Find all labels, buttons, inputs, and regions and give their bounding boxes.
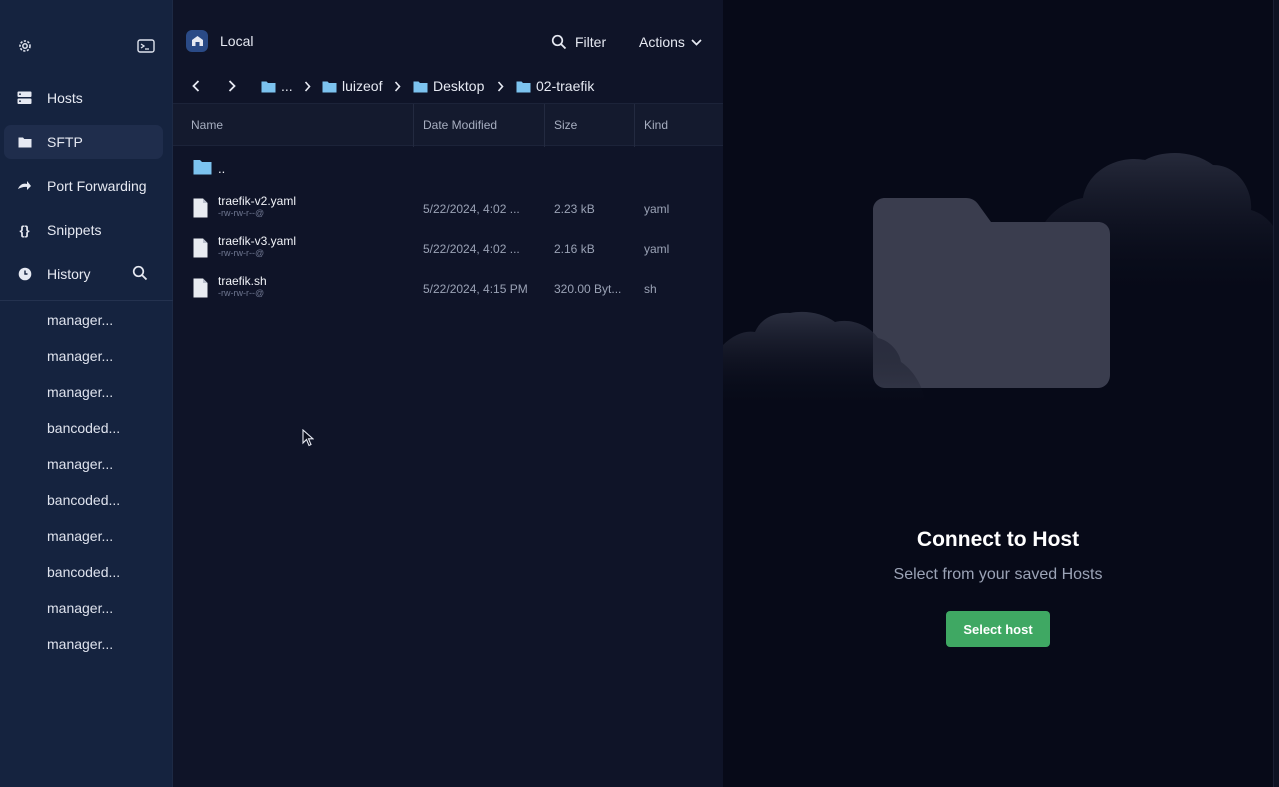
history-item[interactable]: bancoded...: [47, 562, 120, 582]
nav-sftp[interactable]: SFTP: [4, 125, 163, 159]
panel-title: Local: [220, 33, 254, 49]
chevron-right-icon: [495, 79, 505, 93]
column-name[interactable]: Name: [182, 104, 412, 147]
file-permissions: -rw-rw-r--@: [218, 288, 265, 298]
parent-dir-label: ..: [218, 161, 226, 176]
table-row[interactable]: traefik-v2.yaml -rw-rw-r--@ 5/22/2024, 4…: [173, 190, 723, 230]
terminal-icon[interactable]: [136, 36, 156, 56]
port-forwarding-icon: [16, 178, 33, 195]
chevron-right-icon: [302, 79, 312, 93]
file-size: 2.16 kB: [554, 242, 595, 256]
breadcrumb-label: Desktop: [433, 78, 485, 94]
breadcrumb-label: luizeof: [342, 78, 383, 94]
sidebar-divider: [0, 300, 173, 301]
file-permissions: -rw-rw-r--@: [218, 208, 265, 218]
breadcrumb-item[interactable]: luizeof: [322, 76, 382, 96]
hosts-icon: [16, 90, 33, 107]
history-search-icon[interactable]: [132, 265, 150, 283]
folder-icon: [516, 81, 531, 92]
breadcrumb-label: 02-traefik: [536, 78, 595, 94]
file-date: 5/22/2024, 4:02 ...: [423, 242, 520, 256]
folder-icon: [193, 160, 212, 175]
remote-panel: Connect to Host Select from your saved H…: [723, 0, 1279, 787]
connect-title: Connect to Host: [916, 528, 1080, 551]
history-item[interactable]: manager...: [47, 346, 113, 366]
file-name: traefik.sh: [218, 274, 267, 288]
nav-snippets[interactable]: {} Snippets: [4, 213, 163, 247]
breadcrumb-item-current[interactable]: 02-traefik: [516, 76, 594, 96]
sidebar-toolbar: [0, 34, 173, 56]
file-icon: [193, 198, 208, 218]
file-kind: yaml: [644, 242, 670, 256]
braces-icon: {}: [19, 222, 30, 238]
local-computer-icon: [186, 30, 208, 52]
file-date: 5/22/2024, 4:02 ...: [423, 202, 520, 216]
history-item[interactable]: manager...: [47, 454, 113, 474]
folder-icon: [322, 81, 337, 92]
history-item[interactable]: bancoded...: [47, 418, 120, 438]
column-size[interactable]: Size: [544, 104, 634, 147]
filter-button[interactable]: Filter: [551, 31, 606, 53]
actions-label: Actions: [639, 34, 685, 50]
connect-subtitle: Select from your saved Hosts: [893, 566, 1103, 583]
file-table-header: Name Date Modified Size Kind: [173, 103, 723, 147]
table-row-parent[interactable]: ..: [173, 150, 723, 190]
file-date: 5/22/2024, 4:15 PM: [423, 282, 528, 296]
nav-label: Hosts: [47, 90, 83, 106]
history-item[interactable]: manager...: [47, 382, 113, 402]
file-size: 320.00 Byt...: [554, 282, 622, 296]
breadcrumb: ... luizeof Desktop 02-traefik: [173, 74, 723, 98]
file-icon: [193, 278, 208, 298]
file-name: traefik-v2.yaml: [218, 194, 297, 208]
folder-icon: [261, 81, 276, 92]
nav-hosts[interactable]: Hosts: [4, 81, 163, 115]
nav-label: Port Forwarding: [47, 178, 147, 194]
folder-icon: [16, 134, 33, 151]
actions-dropdown[interactable]: Actions: [639, 31, 702, 53]
file-kind: sh: [644, 282, 657, 296]
nav-label: History: [47, 266, 91, 282]
file-permissions: -rw-rw-r--@: [218, 248, 265, 258]
nav-port-forwarding[interactable]: Port Forwarding: [4, 169, 163, 203]
select-host-button[interactable]: Select host: [946, 611, 1050, 647]
sidebar: Hosts SFTP Port Forwarding {} Snippets H…: [0, 0, 173, 787]
file-icon: [193, 238, 208, 258]
mouse-cursor-icon: [302, 429, 314, 447]
nav-label: SFTP: [47, 134, 83, 150]
history-item[interactable]: bancoded...: [47, 490, 120, 510]
forward-arrow-icon[interactable]: [224, 78, 240, 94]
breadcrumb-item[interactable]: Desktop: [413, 76, 484, 96]
breadcrumb-label: ...: [281, 78, 293, 94]
chevron-down-icon: [691, 38, 702, 46]
search-icon: [551, 34, 567, 50]
panel-header: Local Filter Actions: [173, 0, 723, 66]
history-item[interactable]: manager...: [47, 526, 113, 546]
history-item[interactable]: manager...: [47, 598, 113, 618]
local-file-panel: Local Filter Actions ... luizeof Desktop…: [173, 0, 723, 787]
history-item[interactable]: manager...: [47, 634, 113, 654]
file-name: traefik-v3.yaml: [218, 234, 297, 248]
clock-icon: [16, 266, 33, 283]
window-edge: [1273, 0, 1279, 787]
column-date-modified[interactable]: Date Modified: [413, 104, 544, 147]
nav-label: Snippets: [47, 222, 102, 238]
file-size: 2.23 kB: [554, 202, 595, 216]
table-row[interactable]: traefik.sh -rw-rw-r--@ 5/22/2024, 4:15 P…: [173, 270, 723, 310]
file-kind: yaml: [644, 202, 670, 216]
filter-label: Filter: [575, 34, 607, 50]
folder-icon: [413, 81, 428, 92]
history-item[interactable]: manager...: [47, 310, 113, 330]
settings-gear-icon[interactable]: [15, 36, 35, 56]
back-arrow-icon[interactable]: [188, 78, 204, 94]
cloud-folder-illustration: [723, 153, 1279, 410]
breadcrumb-item[interactable]: ...: [261, 76, 293, 96]
table-row[interactable]: traefik-v3.yaml -rw-rw-r--@ 5/22/2024, 4…: [173, 230, 723, 270]
chevron-right-icon: [392, 79, 402, 93]
column-kind[interactable]: Kind: [634, 104, 723, 147]
